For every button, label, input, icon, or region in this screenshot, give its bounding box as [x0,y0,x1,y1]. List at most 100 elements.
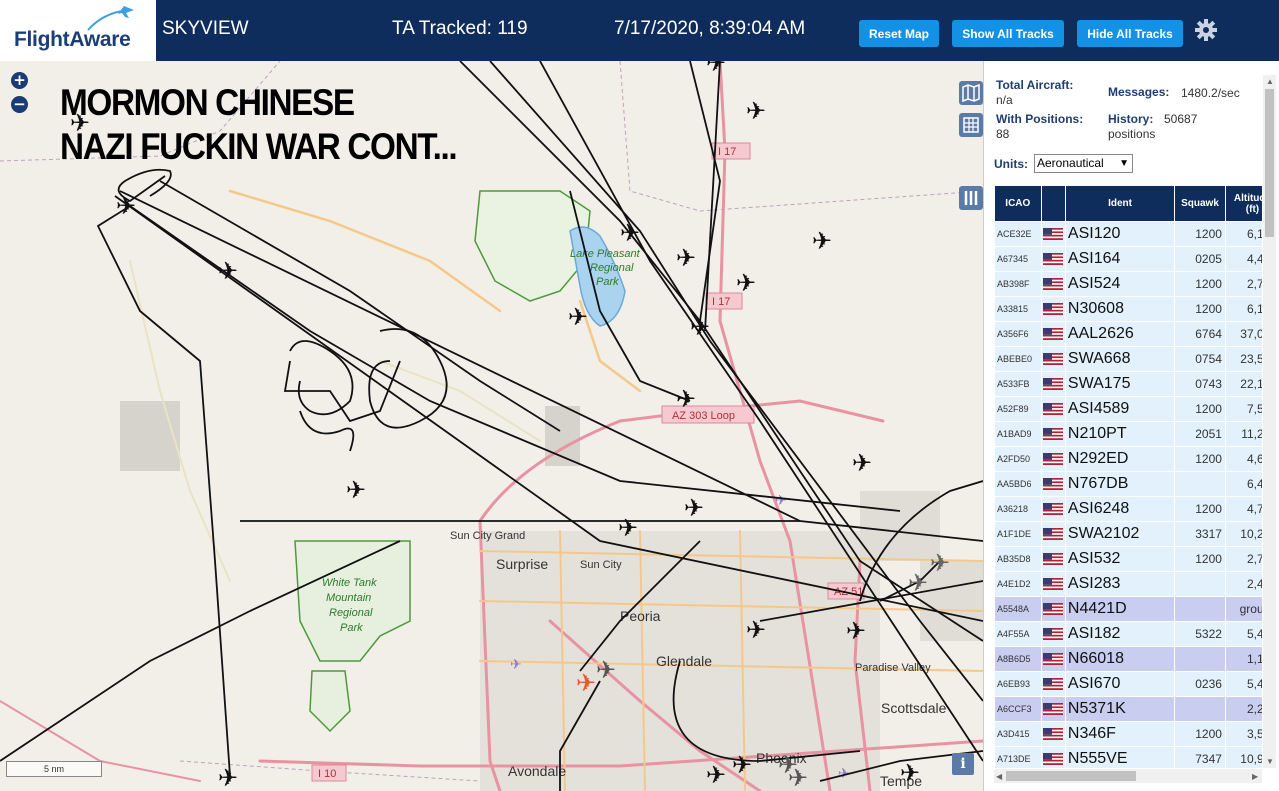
cell-squawk: 3317 [1175,522,1225,546]
column-header-icao[interactable]: ICAO [995,186,1041,221]
map-canvas[interactable]: I 17 I 17 AZ 303 Loop AZ 51 I 10 Sun Cit… [0,61,983,791]
cell-ident: N5371K [1065,697,1175,721]
airplane-icon: ✈ [900,759,920,787]
airplane-icon: ✈ [218,764,238,791]
table-row[interactable]: A3D415 N346F12003,500 [995,722,1262,746]
vertical-scroll-thumb[interactable] [1265,89,1274,237]
cell-altitude: 2,725 [1225,547,1262,571]
flightaware-logo[interactable]: FlightAware [0,0,156,61]
table-row[interactable]: AB35D8 ASI53212002,725 [995,547,1262,571]
cell-squawk: 1200 [1175,297,1225,321]
zoom-out-button[interactable]: − [11,96,28,113]
airplane-icon: ✈ [218,257,238,285]
units-select[interactable]: Aeronautical ▼ [1034,154,1133,173]
airplane-icon: ✈ [596,656,616,684]
scroll-down-icon[interactable]: ▼ [1266,757,1274,766]
airplane-icon: ✈ [618,514,638,542]
cell-ident: ASI6248 [1065,497,1175,521]
airplane-icon: ✈ [746,616,766,644]
gear-icon[interactable] [1194,18,1218,42]
table-row[interactable]: A2FD50 N292ED12004,600 [995,447,1262,471]
svg-text:Surprise: Surprise [496,556,548,572]
us-flag-icon [1041,747,1065,768]
cell-icao: A1F1DE [995,522,1041,546]
table-row[interactable]: A8B6D5 N66018 1,100 [995,647,1262,671]
table-row[interactable]: A6EB93 ASI67002365,450 [995,672,1262,696]
us-flag-icon [1041,572,1065,596]
table-row[interactable]: A33815 N3060812006,100 [995,297,1262,321]
reset-map-button[interactable]: Reset Map [859,20,939,47]
column-header-altitude[interactable]: Altitude (ft) [1225,186,1262,221]
cell-squawk: 5322 [1175,622,1225,646]
scroll-right-icon[interactable]: ▶ [1252,772,1258,781]
table-row[interactable]: AB398F ASI52412002,700 [995,272,1262,296]
aircraft-table-body: ACE32EASI12012006,100A67345ASI16402054,4… [995,222,1262,768]
zoom-in-button[interactable]: + [11,72,28,89]
total-aircraft-value: n/a [996,93,1013,107]
us-flag-icon [1041,697,1065,721]
cell-altitude: 23,525 [1225,347,1262,371]
cell-squawk: 0754 [1175,347,1225,371]
svg-text:AZ 51: AZ 51 [834,586,863,598]
cell-icao: ACE32E [995,222,1041,246]
airplane-icon: ✈ [568,303,588,331]
table-row[interactable]: A36218 ASI624812004,700 [995,497,1262,521]
cell-icao: A67345 [995,247,1041,271]
total-aircraft-label: Total Aircraft: [996,78,1074,92]
hide-all-tracks-button[interactable]: Hide All Tracks [1077,20,1183,47]
airplane-icon: ✈ [620,219,640,247]
cell-altitude: 1,100 [1225,647,1262,671]
vertical-scrollbar[interactable]: ▲ ▼ [1263,75,1276,768]
cell-altitude: 37,000 [1225,322,1262,346]
airplane-icon: ✈ [788,764,808,791]
cell-ident: ASI164 [1065,247,1175,271]
svg-text:Avondale: Avondale [508,763,566,779]
table-row[interactable]: ABEBE0 SWA668075423,525 [995,347,1262,371]
aircraft-table-container[interactable]: ICAO Ident Squawk Altitude (ft) ACE32E AS… [994,185,1262,768]
airplane-icon: ✈ [908,569,928,597]
table-row[interactable]: ACE32E ASI12012006,100 [995,222,1262,246]
with-positions-label: With Positions: [996,112,1084,126]
column-header-flag[interactable] [1041,186,1065,221]
units-select-value: Aeronautical [1037,156,1104,170]
column-header-ident[interactable]: Ident [1065,186,1175,221]
cell-ident: ASI670 [1065,672,1175,696]
airplane-icon: ✈ [852,449,872,477]
horizontal-scroll-thumb[interactable] [1006,771,1136,781]
table-row[interactable]: A4F55A ASI18253225,400 [995,622,1262,646]
table-row[interactable]: A52F89 ASI458912007,500 [995,397,1262,421]
svg-text:✈: ✈ [775,493,787,509]
show-all-tracks-button[interactable]: Show All Tracks [952,20,1064,47]
cell-icao: A4F55A [995,622,1041,646]
airplane-icon: ✈ [690,313,710,341]
map-icon[interactable] [959,81,983,105]
cell-ident: ASI182 [1065,622,1175,646]
columns-icon[interactable] [959,186,983,210]
table-row[interactable]: A356F6 AAL2626676437,000 [995,322,1262,346]
info-button[interactable]: i [952,753,974,775]
airplane-icon: ✈ [846,617,866,645]
table-row[interactable]: A533FB SWA175074322,175 [995,372,1262,396]
table-row[interactable]: A6CCF3 N5371K 2,200 [995,697,1262,721]
table-row[interactable]: A713DE N555VE734710,925 [995,747,1262,768]
cell-icao: AB35D8 [995,547,1041,571]
us-flag-icon [1041,622,1065,646]
table-row[interactable]: A4E1D2 ASI283 2,400 [995,572,1262,596]
cell-icao: A4E1D2 [995,572,1041,596]
cell-altitude: 3,500 [1225,722,1262,746]
table-row[interactable]: A1F1DE SWA2102331710,250 [995,522,1262,546]
horizontal-scrollbar[interactable]: ◀ ▶ [994,769,1262,783]
us-flag-icon [1041,422,1065,446]
map-view[interactable]: I 17 I 17 AZ 303 Loop AZ 51 I 10 Sun Cit… [0,61,983,791]
scroll-up-icon[interactable]: ▲ [1266,77,1274,86]
cell-ident: N30608 [1065,297,1175,321]
table-row[interactable]: AA5BD6 N767DB 6,400 [995,472,1262,496]
scroll-left-icon[interactable]: ◀ [996,772,1002,781]
column-header-squawk[interactable]: Squawk [1175,186,1225,221]
table-row[interactable]: A67345 ASI16402054,400 [995,247,1262,271]
us-flag-icon [1041,372,1065,396]
svg-text:White Tank: White Tank [322,577,377,589]
table-row[interactable]: A5548A N4421D ground [995,597,1262,621]
table-row[interactable]: A1BAD9 N210PT205111,250 [995,422,1262,446]
grid-icon[interactable] [959,113,983,137]
